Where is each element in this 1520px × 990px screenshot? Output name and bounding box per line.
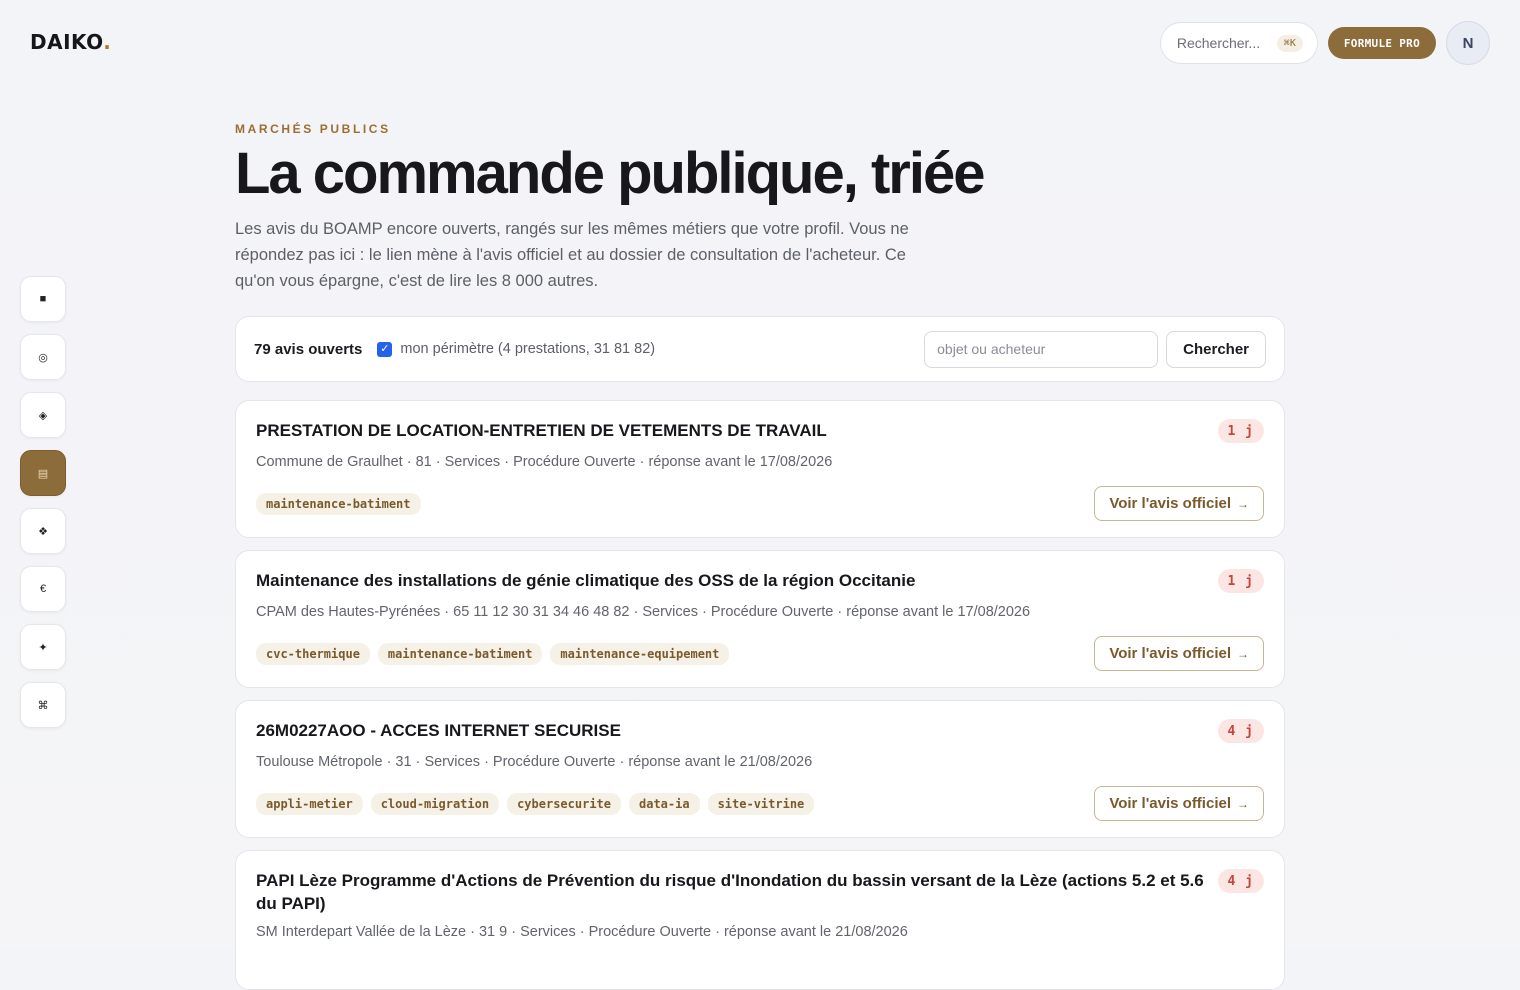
tag: cybersecurite bbox=[507, 793, 621, 815]
tag: cloud-migration bbox=[370, 793, 500, 815]
hero: MARCHÉS PUBLICS La commande publique, tr… bbox=[235, 122, 1285, 294]
tag-list: maintenance-batiment bbox=[256, 493, 421, 515]
topbar-actions: Rechercher... ⌘K FORMULE PRO N bbox=[1159, 21, 1490, 65]
tender-title[interactable]: PAPI Lèze Programme d'Actions de Prévent… bbox=[256, 869, 1206, 915]
tag: site-vitrine bbox=[707, 793, 815, 815]
tender-meta: SM Interdepart Vallée de la Lèze · 31 9 … bbox=[256, 924, 908, 940]
view-official-notice-label: Voir l'avis officiel bbox=[1109, 495, 1231, 512]
grid-icon: ▤ bbox=[37, 467, 49, 480]
global-search-button[interactable]: Rechercher... ⌘K bbox=[1159, 22, 1318, 64]
tender-title[interactable]: 26M0227AOO - ACCES INTERNET SECURISE bbox=[256, 719, 1206, 742]
target-icon: ◎ bbox=[38, 351, 48, 364]
search-button[interactable]: Chercher bbox=[1166, 330, 1266, 368]
view-official-notice-button[interactable]: Voir l'avis officiel → bbox=[1094, 786, 1264, 821]
days-left-badge: 1 j bbox=[1217, 569, 1264, 593]
tender-card: PRESTATION DE LOCATION-ENTRETIEN DE VETE… bbox=[235, 400, 1285, 538]
sparkle-icon: ✦ bbox=[38, 641, 48, 654]
logo[interactable]: DAIKO. bbox=[30, 30, 111, 54]
filter-bar: 79 avis ouverts ✓ mon périmètre (4 prest… bbox=[235, 316, 1285, 382]
tender-card: Maintenance des installations de génie c… bbox=[235, 550, 1285, 688]
tender-meta: CPAM des Hautes-Pyrénées · 65 11 12 30 3… bbox=[256, 604, 1031, 620]
days-left-badge: 4 j bbox=[1217, 869, 1264, 893]
diamond-icon: ◈ bbox=[38, 409, 48, 422]
side-rail: ■ ◎ ◈ ▤ ❖ € ✦ ⌘ bbox=[20, 276, 66, 728]
square-icon: ■ bbox=[39, 293, 47, 305]
tender-title[interactable]: PRESTATION DE LOCATION-ENTRETIEN DE VETE… bbox=[256, 419, 1206, 442]
move-icon: ❖ bbox=[38, 525, 48, 538]
arrow-right-icon: → bbox=[1237, 796, 1249, 811]
tender-title[interactable]: Maintenance des installations de génie c… bbox=[256, 569, 1206, 592]
tag-list: appli-metier cloud-migration cybersecuri… bbox=[256, 793, 815, 815]
pro-plan-button[interactable]: FORMULE PRO bbox=[1327, 27, 1436, 59]
tender-card: 26M0227AOO - ACCES INTERNET SECURISE 4 j… bbox=[235, 700, 1285, 838]
tender-meta: Commune de Graulhet · 81 · Services · Pr… bbox=[256, 454, 833, 470]
tag: maintenance-batiment bbox=[256, 493, 421, 515]
search-input[interactable] bbox=[924, 330, 1159, 368]
page-title: La commande publique, triée bbox=[235, 141, 985, 206]
tender-meta: Toulouse Métropole · 31 · Services · Pro… bbox=[256, 754, 813, 770]
scope-label: mon périmètre (4 prestations, 31 81 82) bbox=[400, 341, 656, 357]
tag: data-ia bbox=[629, 793, 700, 815]
scope-checkbox[interactable]: ✓ bbox=[377, 341, 393, 357]
view-official-notice-label: Voir l'avis officiel bbox=[1109, 795, 1231, 812]
tender-card: PAPI Lèze Programme d'Actions de Prévent… bbox=[235, 850, 1285, 990]
avatar[interactable]: N bbox=[1446, 21, 1490, 65]
rail-item-7[interactable]: ⌘ bbox=[20, 682, 66, 728]
check-icon: ✓ bbox=[380, 342, 390, 355]
results-count: 79 avis ouverts bbox=[254, 340, 363, 358]
brand-dot: . bbox=[103, 30, 112, 54]
tag: maintenance-batiment bbox=[377, 643, 543, 665]
tag: appli-metier bbox=[256, 793, 363, 815]
rail-item-3[interactable]: ▤ bbox=[20, 450, 66, 496]
view-official-notice-button[interactable]: Voir l'avis officiel → bbox=[1094, 486, 1264, 521]
view-official-notice-button[interactable]: Voir l'avis officiel → bbox=[1094, 636, 1264, 671]
rail-item-0[interactable]: ■ bbox=[20, 276, 66, 322]
view-official-notice-label: Voir l'avis officiel bbox=[1109, 645, 1231, 662]
rail-item-6[interactable]: ✦ bbox=[20, 624, 66, 670]
tag: maintenance-equipement bbox=[550, 643, 730, 665]
days-left-badge: 1 j bbox=[1217, 419, 1264, 443]
scope-toggle[interactable]: ✓ mon périmètre (4 prestations, 31 81 82… bbox=[377, 341, 655, 357]
tag-list: cvc-thermique maintenance-batiment maint… bbox=[256, 643, 730, 665]
shortcut-badge: ⌘K bbox=[1276, 34, 1303, 52]
brand-name: DAIKO bbox=[30, 30, 104, 54]
page-intro: Les avis du BOAMP encore ouverts, rangés… bbox=[235, 220, 909, 290]
rail-item-1[interactable]: ◎ bbox=[20, 334, 66, 380]
rail-item-4[interactable]: ❖ bbox=[20, 508, 66, 554]
tag: cvc-thermique bbox=[256, 643, 370, 665]
command-icon: ⌘ bbox=[37, 699, 49, 712]
euro-icon: € bbox=[39, 583, 47, 595]
arrow-right-icon: → bbox=[1237, 646, 1249, 661]
section-eyebrow: MARCHÉS PUBLICS bbox=[235, 122, 391, 136]
arrow-right-icon: → bbox=[1237, 496, 1249, 511]
rail-item-5[interactable]: € bbox=[20, 566, 66, 612]
rail-item-2[interactable]: ◈ bbox=[20, 392, 66, 438]
global-search-placeholder: Rechercher... bbox=[1176, 35, 1261, 51]
days-left-badge: 4 j bbox=[1217, 719, 1264, 743]
